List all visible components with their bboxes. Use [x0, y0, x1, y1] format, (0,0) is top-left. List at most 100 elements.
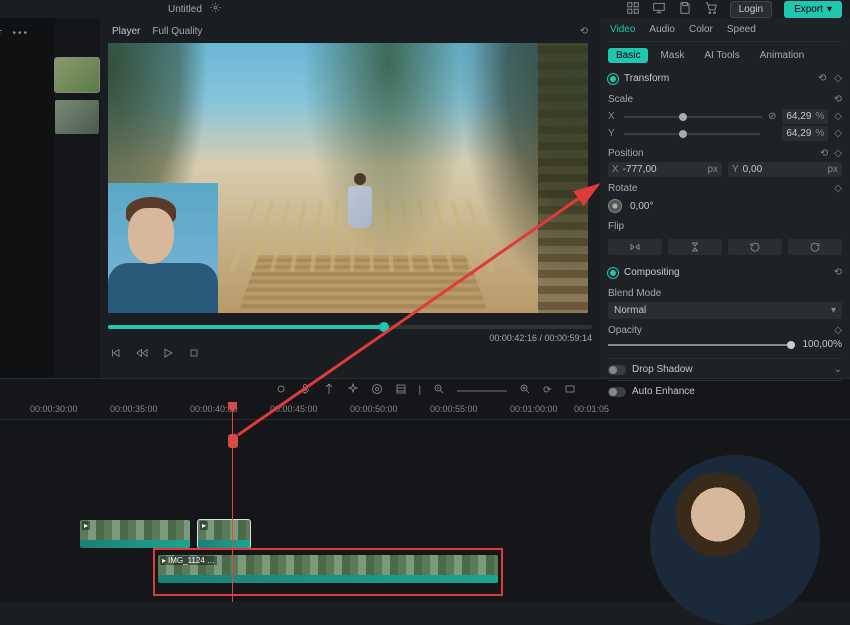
- compositing-toggle[interactable]: [608, 268, 618, 278]
- rotate-cw-button[interactable]: [788, 239, 842, 255]
- marker-icon[interactable]: [323, 383, 335, 398]
- stop-button[interactable]: [188, 347, 200, 362]
- zoom-out-icon[interactable]: [433, 383, 445, 398]
- settings-icon[interactable]: [210, 2, 221, 16]
- autoenhance-label: Auto Enhance: [632, 386, 695, 397]
- redo-icon[interactable]: ⟳: [543, 385, 551, 396]
- blendmode-label: Blend Mode: [608, 288, 661, 299]
- reset-icon[interactable]: ⟲: [818, 73, 826, 84]
- flip-v-button[interactable]: [668, 239, 722, 255]
- scale-y-slider[interactable]: [624, 133, 760, 135]
- ruler-tick: 00:00:35:00: [110, 404, 158, 414]
- rewind-button[interactable]: [136, 347, 148, 362]
- layers-icon[interactable]: [395, 383, 407, 398]
- dropshadow-switch[interactable]: [608, 365, 626, 375]
- tab-speed[interactable]: Speed: [727, 24, 756, 35]
- fit-icon[interactable]: [564, 383, 576, 398]
- rotate-ccw-button[interactable]: [728, 239, 782, 255]
- mic-icon[interactable]: [299, 383, 311, 398]
- quality-select[interactable]: Full Quality: [152, 26, 202, 37]
- export-label: Export: [794, 4, 823, 15]
- settings-icon[interactable]: [371, 383, 383, 398]
- record-icon[interactable]: [275, 383, 287, 398]
- presenter-webcam: [650, 455, 820, 625]
- subtab-aitools[interactable]: AI Tools: [696, 48, 747, 63]
- transform-toggle[interactable]: [608, 74, 618, 84]
- scale-y-value[interactable]: 64,29%: [782, 126, 828, 141]
- subtab-mask[interactable]: Mask: [652, 48, 692, 63]
- keyframe-icon[interactable]: ◇: [834, 73, 842, 84]
- section-transform[interactable]: Transform ⟲◇: [608, 69, 842, 88]
- video-icon: ▸: [162, 556, 166, 565]
- timeline-ruler[interactable]: 00:00:30:00 00:00:35:00 00:00:40:00 00:0…: [0, 402, 850, 420]
- media-thumb[interactable]: [55, 100, 99, 134]
- tab-color[interactable]: Color: [689, 24, 713, 35]
- rotate-label: Rotate: [608, 183, 637, 194]
- opacity-slider[interactable]: [608, 344, 795, 346]
- opacity-label: Opacity: [608, 325, 642, 336]
- export-button[interactable]: Export ▾: [784, 1, 842, 18]
- position-x-input[interactable]: X-777,00px: [608, 162, 722, 177]
- chevron-icon[interactable]: ⌄: [834, 364, 842, 375]
- zoom-slider[interactable]: [457, 390, 507, 392]
- ruler-tick: 00:00:30:00: [30, 404, 78, 414]
- grid-icon[interactable]: [626, 1, 640, 18]
- section-compositing[interactable]: Compositing ⟲: [608, 263, 842, 282]
- filter-icon[interactable]: [0, 28, 4, 43]
- ruler-tick: 00:01:05: [574, 404, 609, 414]
- reset-icon[interactable]: ⟲: [834, 267, 842, 278]
- rotate-value[interactable]: 0,00°: [630, 201, 653, 212]
- media-thumb[interactable]: [55, 58, 99, 92]
- keyframe-icon[interactable]: ◇: [834, 111, 842, 122]
- keyframe-icon[interactable]: ◇: [834, 183, 842, 194]
- keyframe-icon[interactable]: ◇: [834, 128, 842, 139]
- flip-h-button[interactable]: [608, 239, 662, 255]
- flip-label: Flip: [608, 221, 624, 232]
- autoenhance-switch[interactable]: [608, 387, 626, 397]
- subtab-basic[interactable]: Basic: [608, 48, 648, 63]
- timecode: 00:00:42:16 / 00:00:59:14: [108, 333, 592, 343]
- axis-x: X: [608, 111, 618, 122]
- login-button[interactable]: Login: [730, 1, 772, 18]
- tab-video[interactable]: Video: [610, 24, 635, 35]
- timeline-clip[interactable]: ▸: [80, 520, 190, 548]
- scale-x-value[interactable]: 64,29%: [782, 109, 828, 124]
- effects-icon[interactable]: [347, 383, 359, 398]
- keyframe-icon[interactable]: ◇: [834, 148, 842, 159]
- position-label: Position: [608, 148, 644, 159]
- ruler-tick: 00:00:45:00: [270, 404, 318, 414]
- keyframe-icon[interactable]: ◇: [834, 325, 842, 336]
- position-y-input[interactable]: Y0,00px: [728, 162, 842, 177]
- scale-label: Scale: [608, 94, 633, 105]
- link-icon[interactable]: ⊘: [768, 111, 776, 122]
- scrub-handle[interactable]: [379, 322, 389, 332]
- tab-audio[interactable]: Audio: [649, 24, 675, 35]
- scale-x-slider[interactable]: [624, 116, 762, 118]
- more-icon[interactable]: •••: [12, 28, 29, 43]
- chevron-down-icon: ▾: [827, 4, 832, 15]
- reset-icon[interactable]: ⟲: [580, 26, 588, 37]
- reset-icon[interactable]: ⟲: [820, 148, 828, 159]
- playhead[interactable]: [232, 402, 233, 602]
- project-title: Untitled: [168, 4, 202, 15]
- compositing-label: Compositing: [624, 267, 680, 278]
- scrub-bar[interactable]: [108, 325, 592, 329]
- zoom-in-icon[interactable]: [519, 383, 531, 398]
- reset-icon[interactable]: ⟲: [834, 94, 842, 105]
- subtab-animation[interactable]: Animation: [752, 48, 812, 63]
- prev-frame-button[interactable]: [110, 347, 122, 362]
- video-icon: ▸: [84, 521, 88, 530]
- opacity-value[interactable]: 100,00%: [803, 339, 843, 350]
- save-icon[interactable]: [678, 1, 692, 18]
- preview-viewport[interactable]: [108, 43, 588, 313]
- ruler-tick: 00:00:55:00: [430, 404, 478, 414]
- blendmode-select[interactable]: Normal▾: [608, 302, 842, 319]
- ruler-tick: 00:01:00:00: [510, 404, 558, 414]
- monitor-icon[interactable]: [652, 1, 666, 18]
- cart-icon[interactable]: [704, 1, 718, 18]
- timeline-clip[interactable]: ▸: [198, 520, 250, 548]
- dropshadow-label: Drop Shadow: [632, 364, 693, 375]
- timeline-clip[interactable]: ▸IMG_1124 …: [158, 555, 498, 583]
- play-button[interactable]: [162, 347, 174, 362]
- rotate-dial[interactable]: [608, 199, 622, 213]
